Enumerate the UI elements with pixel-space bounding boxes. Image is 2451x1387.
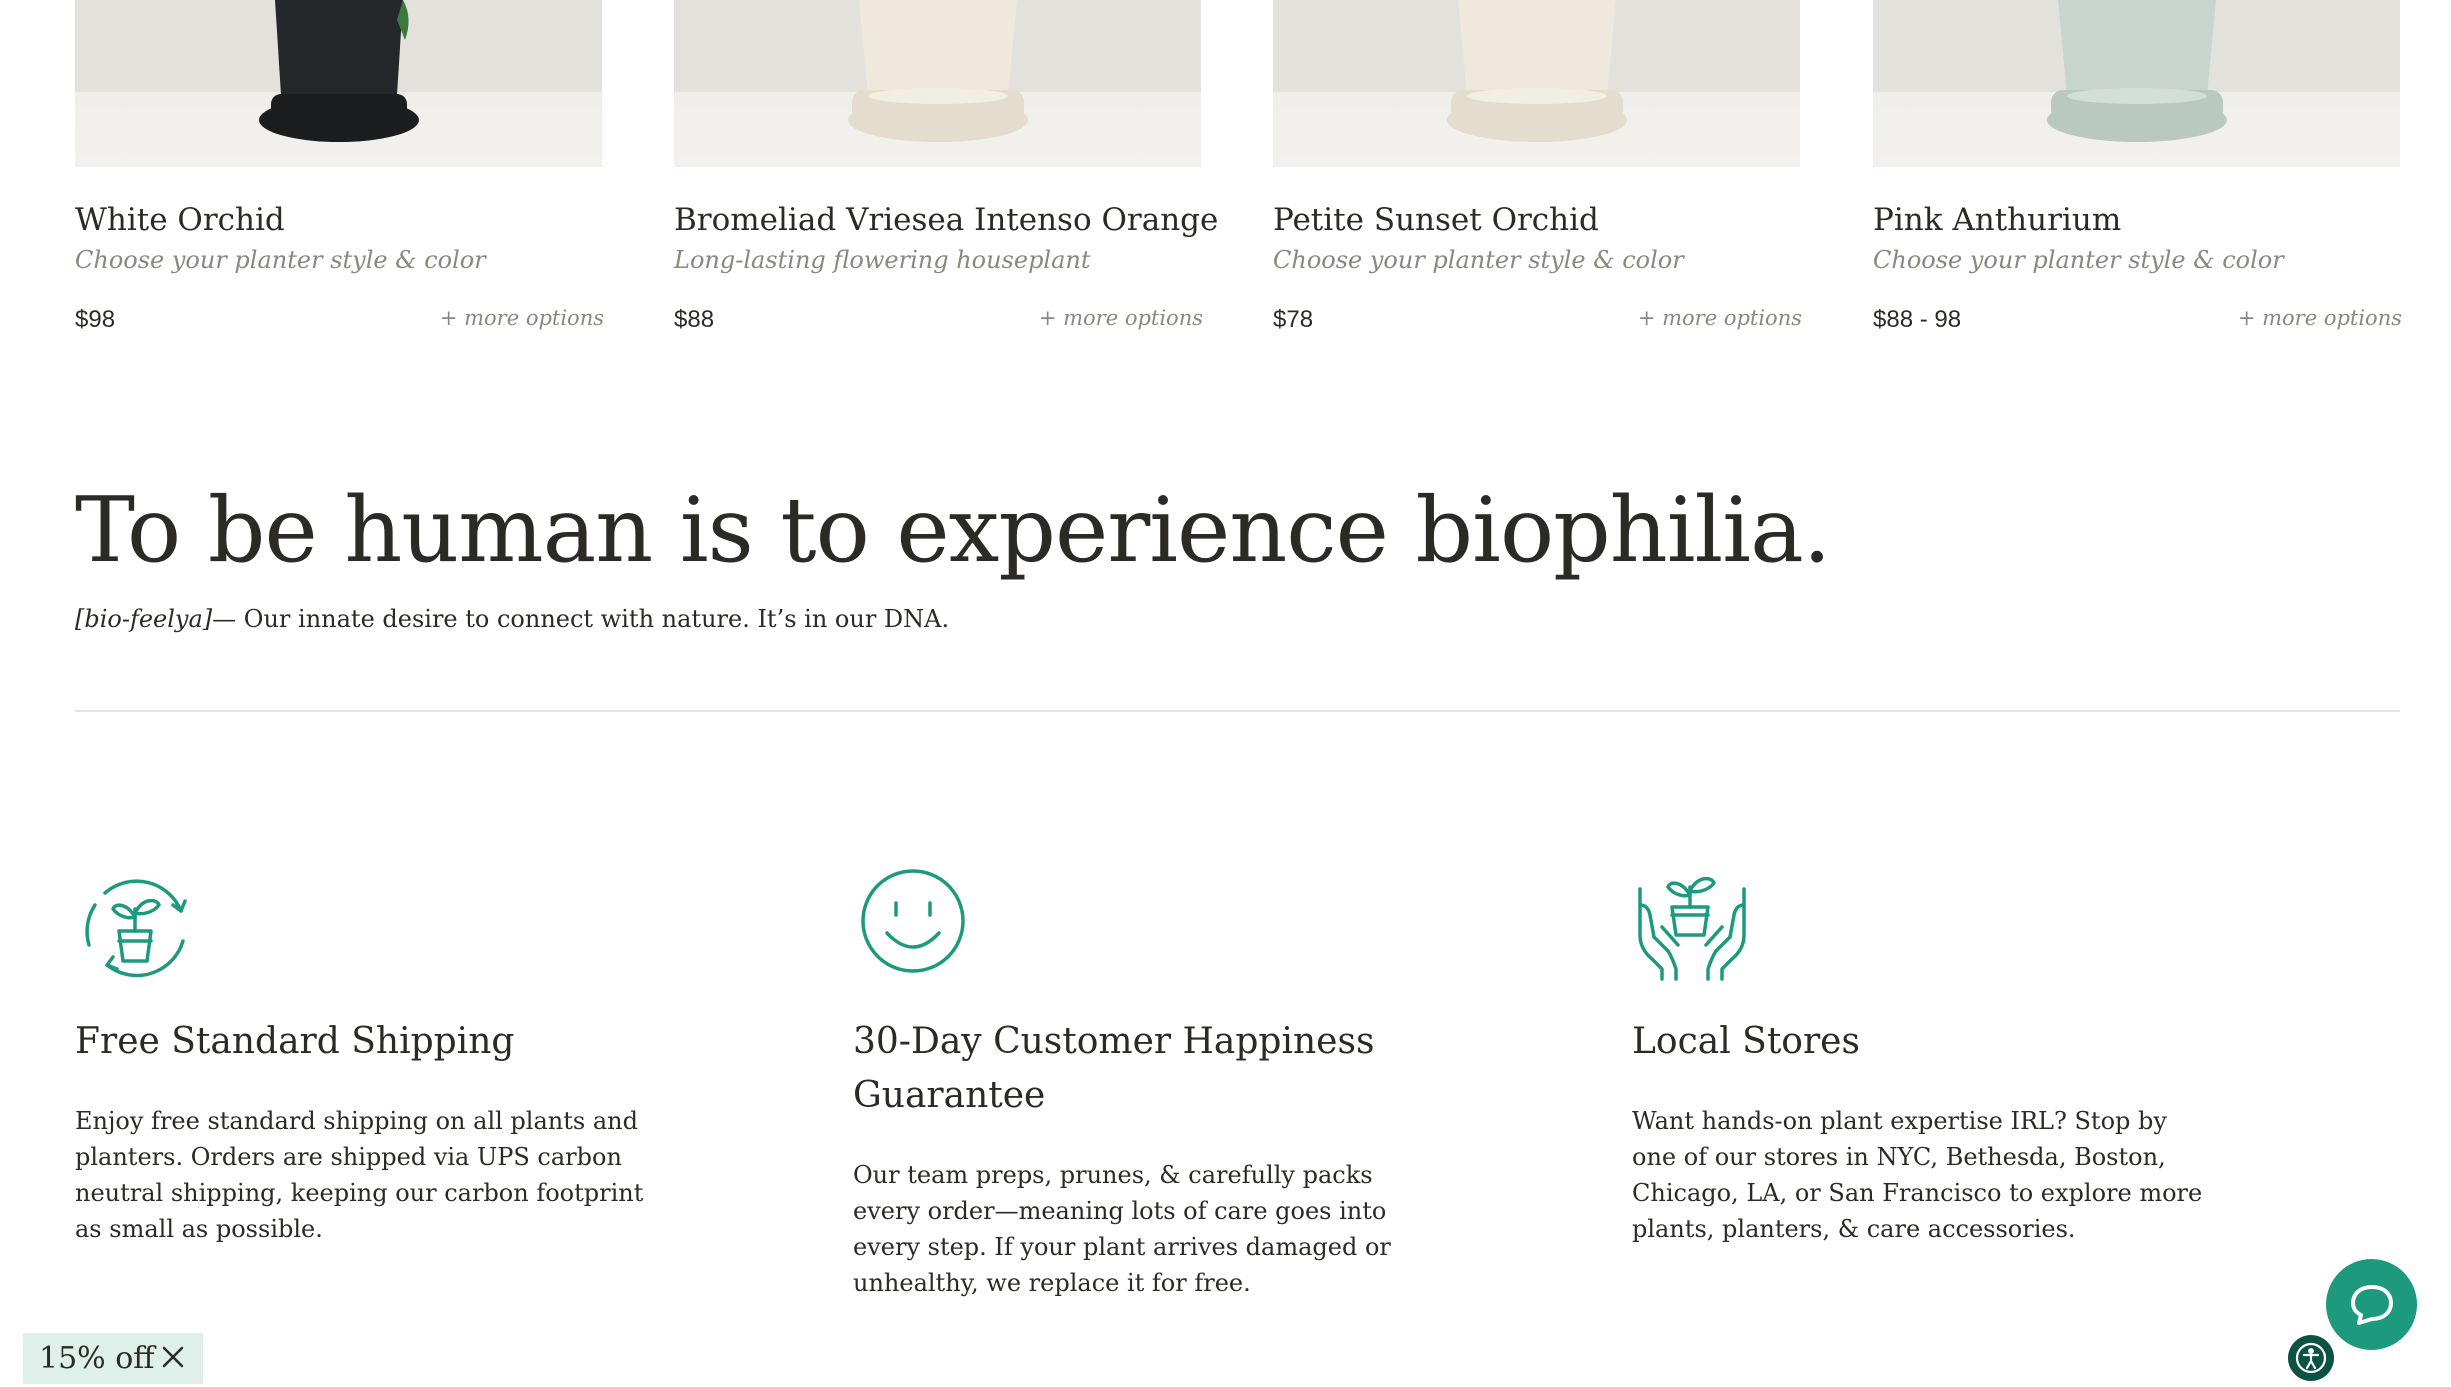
product-price: $88 - 98	[1873, 306, 1962, 333]
product-price: $88	[674, 306, 715, 333]
product-price: $98	[75, 306, 116, 333]
chat-bubble-icon	[2349, 1283, 2395, 1331]
feature-body: Want hands-on plant expertise IRL? Stop …	[1632, 1107, 2203, 1243]
section-divider	[75, 710, 2400, 712]
product-price: $78	[1273, 306, 1314, 333]
product-grid: White Orchid Choose your planter style &…	[75, 0, 2402, 360]
hands-plant-icon	[1632, 865, 1752, 985]
product-card[interactable]: Bromeliad Vriesea Intenso Orange Long-la…	[674, 0, 1218, 333]
product-subtitle: Choose your planter style & color	[1273, 246, 1684, 274]
product-name[interactable]: Bromeliad Vriesea Intenso Orange	[674, 202, 1218, 238]
feature-title: Local Stores	[1632, 1021, 1860, 1062]
pronunciation: [bio-feelya]	[75, 605, 213, 633]
product-card[interactable]: Petite Sunset Orchid Choose your planter…	[1273, 0, 1802, 333]
more-options-link[interactable]: + more options	[1039, 306, 1203, 330]
product-name[interactable]: Petite Sunset Orchid	[1273, 202, 1599, 238]
product-card[interactable]: Pink Anthurium Choose your planter style…	[1873, 0, 2402, 333]
product-name[interactable]: White Orchid	[75, 202, 285, 238]
product-image[interactable]	[1273, 0, 1800, 167]
definition-text: — Our innate desire to connect with natu…	[212, 605, 950, 633]
recycle-plant-icon	[75, 865, 195, 985]
product-image[interactable]	[674, 0, 1201, 167]
pot	[275, 0, 403, 95]
discount-label[interactable]: 15% off	[39, 1341, 155, 1376]
discount-tab[interactable]: 15% off	[23, 1333, 203, 1384]
close-icon[interactable]	[161, 1345, 185, 1373]
product-name[interactable]: Pink Anthurium	[1873, 202, 2121, 238]
more-options-link[interactable]: + more options	[2238, 306, 2402, 330]
smiley-face-icon	[853, 865, 973, 985]
feature-body: Enjoy free standard shipping on all plan…	[75, 1107, 644, 1243]
product-image[interactable]	[75, 0, 602, 167]
biophilia-definition: [bio-feelya]— Our innate desire to conne…	[75, 605, 949, 633]
product-subtitle: Choose your planter style & color	[75, 246, 486, 274]
product-card[interactable]: White Orchid Choose your planter style &…	[75, 0, 604, 333]
product-subtitle: Choose your planter style & color	[1873, 246, 2284, 274]
product-image[interactable]	[1873, 0, 2400, 167]
accessibility-icon	[2295, 1342, 2327, 1378]
feature-body: Our team preps, prunes, & carefully pack…	[853, 1161, 1391, 1297]
biophilia-heading: To be human is to experience biophilia.	[75, 478, 1831, 583]
accessibility-button[interactable]	[2288, 1335, 2334, 1381]
product-subtitle: Long-lasting flowering houseplant	[674, 246, 1091, 274]
chat-button[interactable]	[2326, 1259, 2417, 1350]
feature-title: Free Standard Shipping	[75, 1021, 515, 1062]
feature-title: 30-Day Customer Happiness Guarantee	[853, 1021, 1375, 1116]
more-options-link[interactable]: + more options	[1638, 306, 1802, 330]
more-options-link[interactable]: + more options	[440, 306, 604, 330]
